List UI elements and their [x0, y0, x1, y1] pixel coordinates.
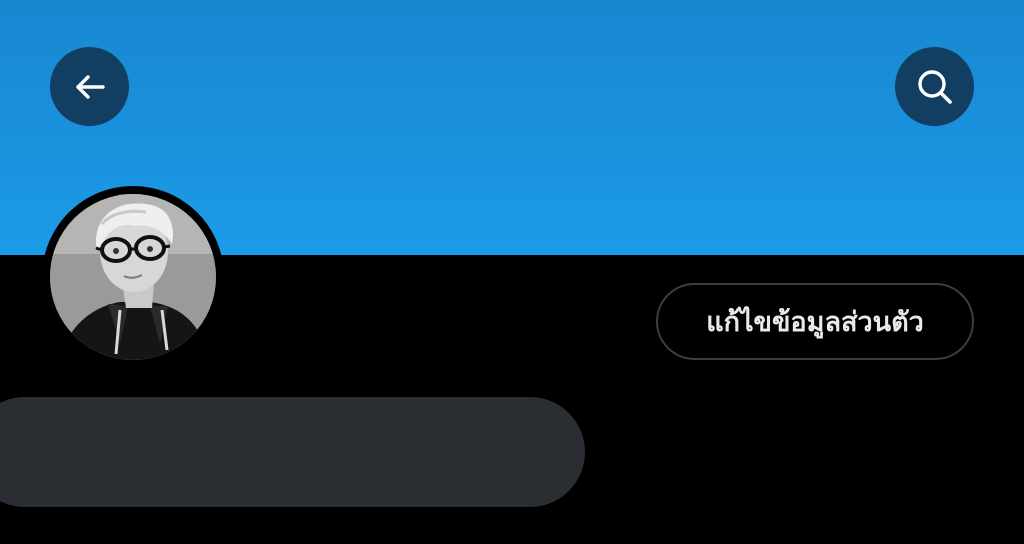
profile-photo	[50, 194, 216, 360]
search-button[interactable]	[895, 47, 974, 126]
arrow-left-icon	[72, 69, 108, 105]
avatar-ring	[42, 186, 224, 368]
avatar[interactable]	[50, 194, 216, 360]
profile-screen: แก้ไขข้อมูลส่วนตัว	[0, 0, 1024, 544]
loading-name-placeholder	[0, 397, 585, 507]
search-icon	[915, 67, 955, 107]
edit-profile-button[interactable]: แก้ไขข้อมูลส่วนตัว	[656, 283, 974, 360]
back-button[interactable]	[50, 47, 129, 126]
